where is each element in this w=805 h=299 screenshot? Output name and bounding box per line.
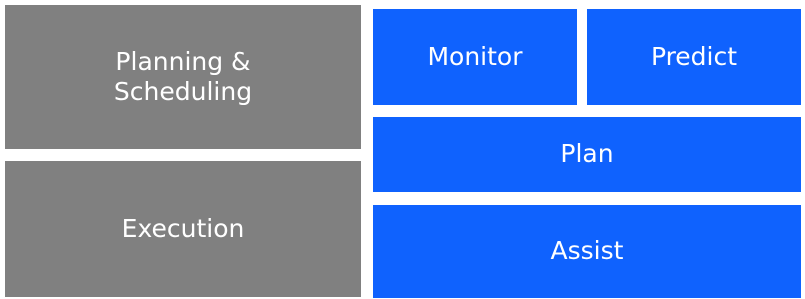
assist-block: Assist xyxy=(373,205,801,298)
planning-scheduling-label: Planning & Scheduling xyxy=(113,46,253,107)
planning-scheduling-block: Planning & Scheduling xyxy=(5,5,361,149)
monitor-block: Monitor xyxy=(373,9,577,105)
execution-block: Execution xyxy=(5,161,361,297)
plan-label: Plan xyxy=(560,139,614,169)
execution-label: Execution xyxy=(121,213,245,243)
predict-block: Predict xyxy=(587,9,801,105)
predict-label: Predict xyxy=(650,41,738,71)
assist-label: Assist xyxy=(550,236,624,266)
monitor-label: Monitor xyxy=(427,41,523,71)
plan-block: Plan xyxy=(373,117,801,192)
